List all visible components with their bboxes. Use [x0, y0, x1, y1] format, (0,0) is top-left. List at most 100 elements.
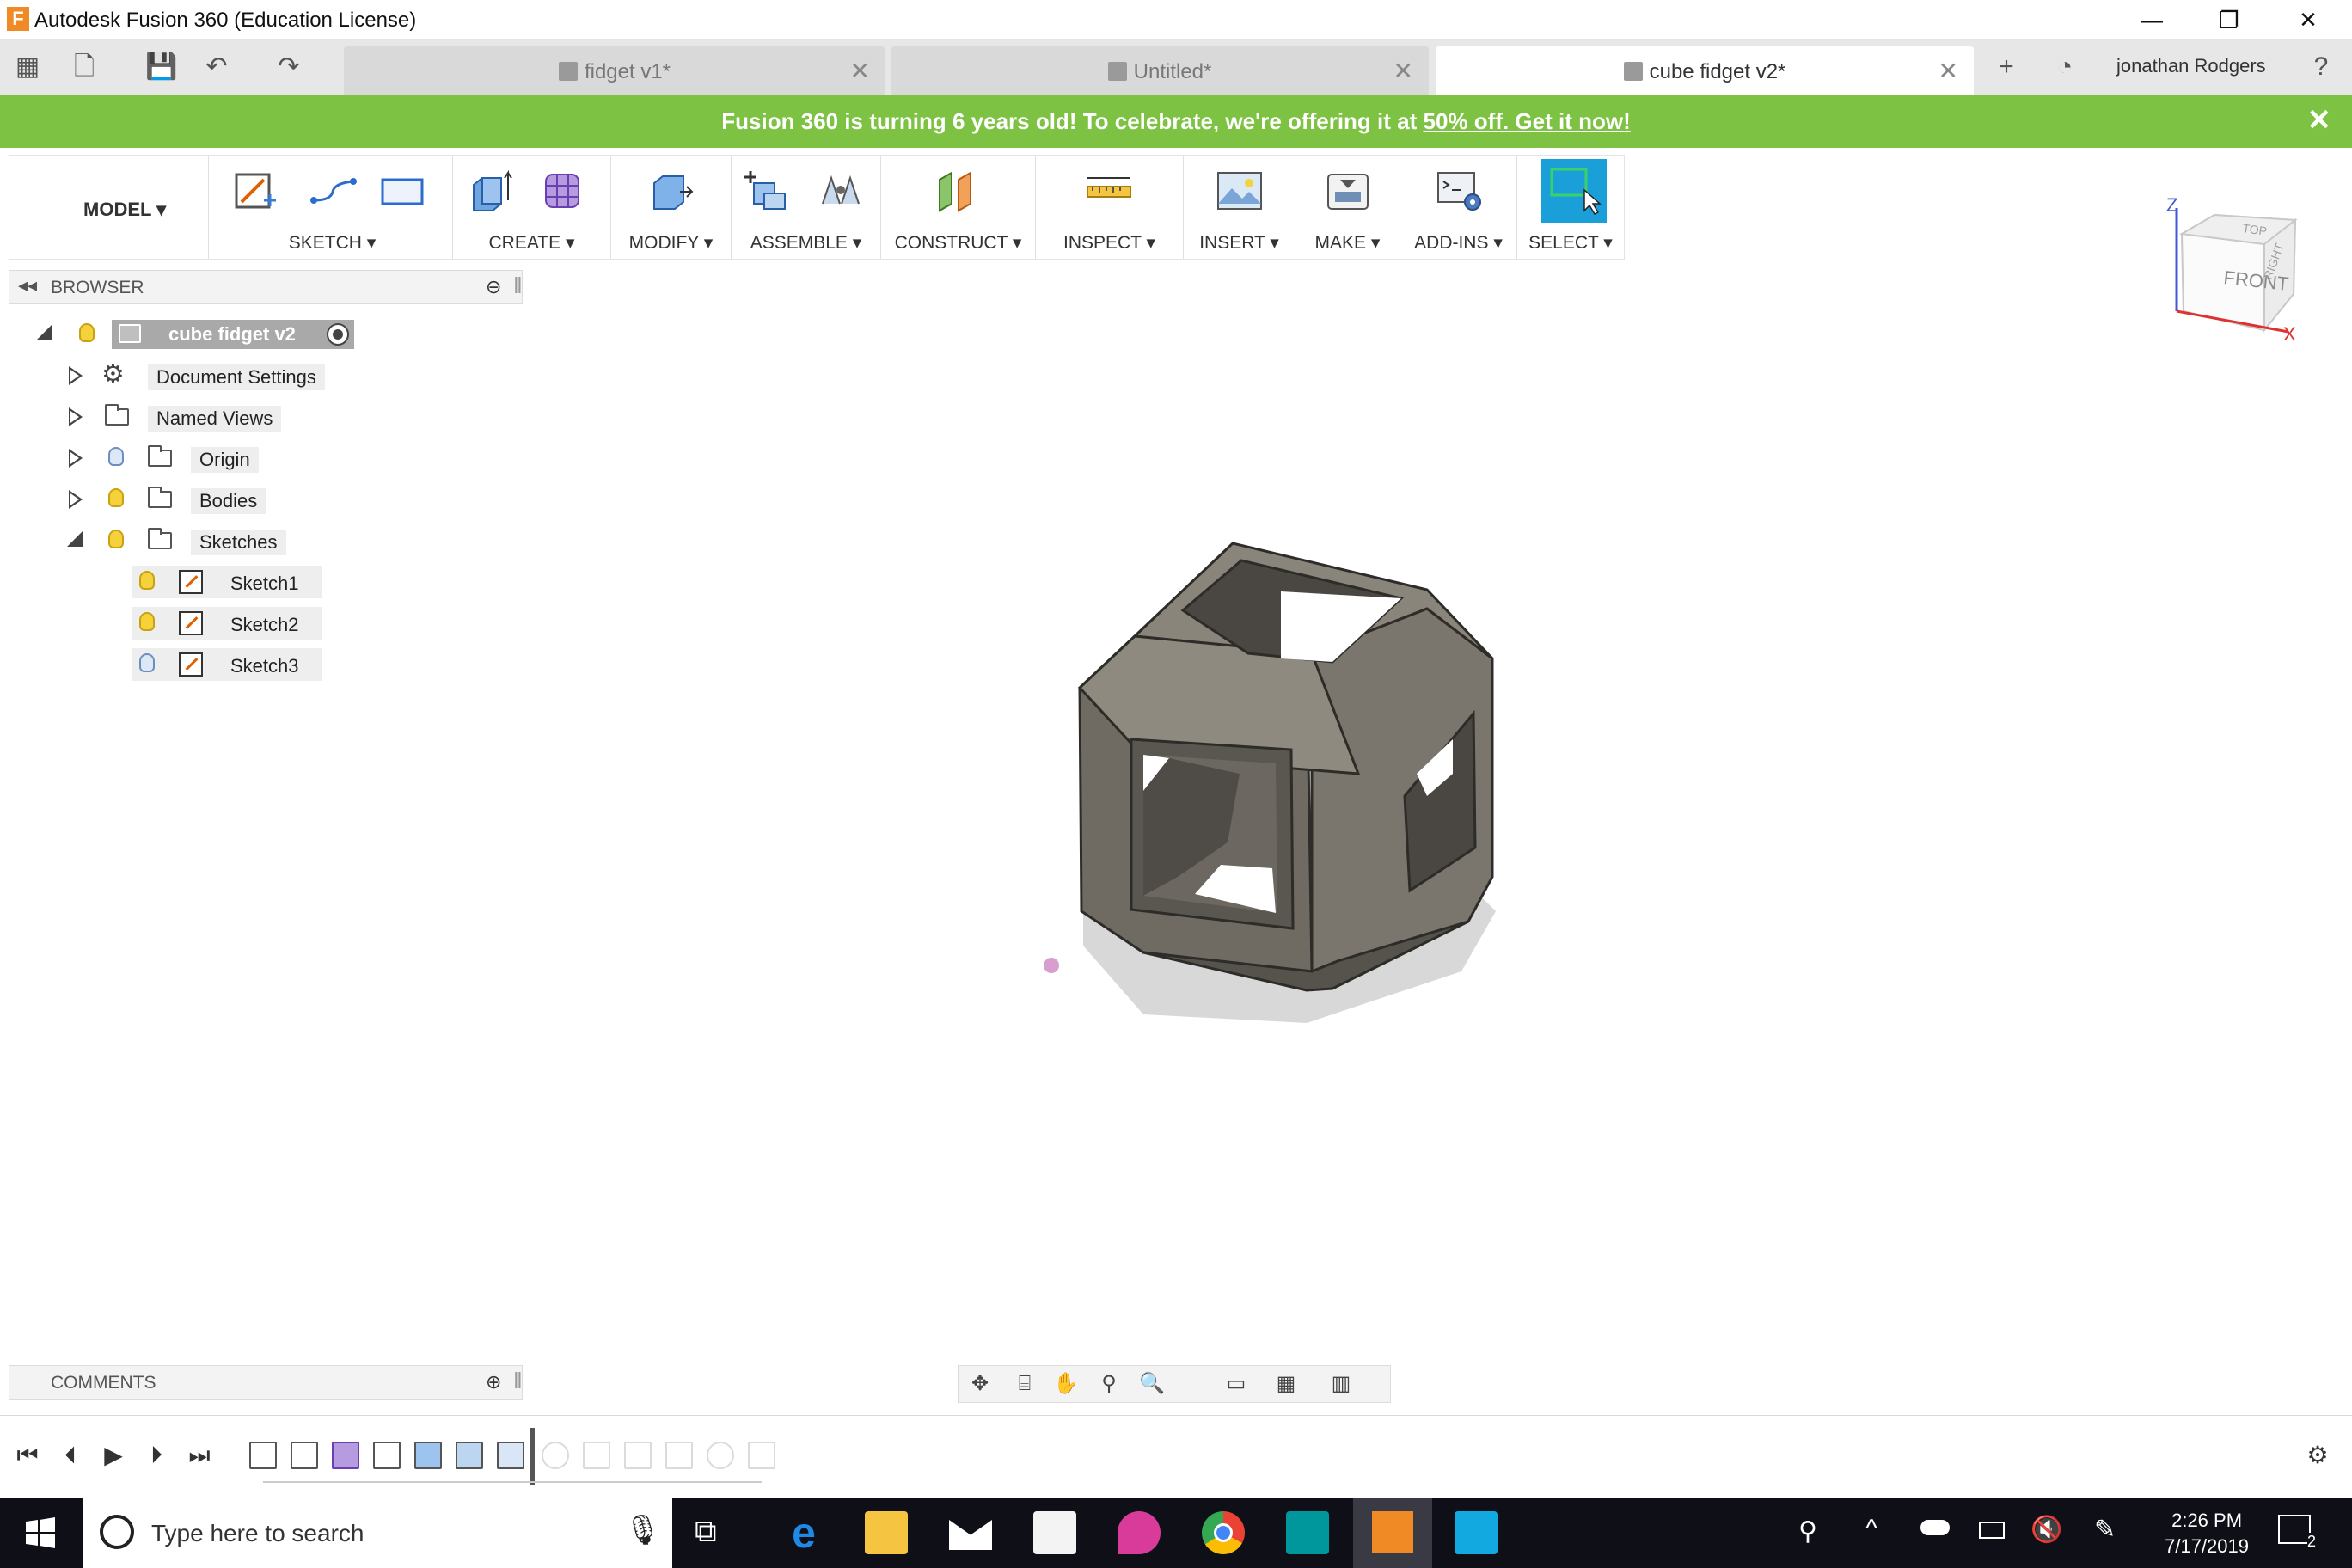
expand-toggle-icon[interactable] — [67, 531, 83, 547]
browser-item-named-views[interactable]: Named Views — [67, 401, 342, 433]
expand-toggle-icon[interactable] — [69, 366, 83, 385]
add-ins-group[interactable]: ADD-INS ▾ — [1400, 156, 1517, 259]
timeline-marker[interactable] — [530, 1428, 535, 1485]
sketch-group[interactable]: SKETCH ▾ — [212, 156, 453, 259]
visibility-bulb-icon[interactable] — [108, 530, 124, 548]
job-status-icon[interactable]: ◔ — [2048, 50, 2082, 84]
create-group[interactable]: CREATE ▾ — [453, 156, 611, 259]
panel-grip-icon[interactable]: ‖ — [513, 273, 523, 299]
3d-print-icon[interactable] — [1323, 166, 1373, 216]
tab-untitled[interactable]: Untitled* ✕ — [891, 46, 1429, 95]
tab-fidget-v1[interactable]: fidget v1* ✕ — [344, 46, 885, 95]
browser-item-document-settings[interactable]: ⚙ Document Settings — [67, 359, 342, 392]
expand-toggle-icon[interactable] — [36, 325, 52, 340]
timeline-sketch-feature[interactable] — [249, 1442, 277, 1469]
battery-icon[interactable] — [1979, 1522, 2005, 1539]
new-tab-icon[interactable]: + — [1989, 50, 2024, 84]
timeline-sketch-feature[interactable] — [373, 1442, 401, 1469]
banner-link[interactable]: 50% off. Get it now! — [1424, 108, 1631, 134]
store-icon[interactable] — [1033, 1511, 1076, 1554]
pan-hand-icon[interactable]: ✋ — [1053, 1371, 1079, 1397]
visibility-bulb-icon[interactable] — [108, 488, 124, 507]
expand-toggle-icon[interactable] — [69, 490, 83, 509]
help-icon[interactable]: ? — [2304, 50, 2338, 84]
action-center-icon[interactable]: 2 — [2278, 1515, 2316, 1551]
play-icon[interactable]: ▶ — [98, 1440, 129, 1471]
browser-item-origin[interactable]: Origin — [67, 442, 342, 475]
file-menu-icon[interactable]: 🗋 — [67, 50, 101, 84]
timeline-suppressed-feature[interactable] — [665, 1442, 693, 1469]
grid-settings-icon[interactable]: ▦ — [1273, 1371, 1299, 1397]
timeline-suppressed-feature[interactable] — [624, 1442, 652, 1469]
banner-close-icon[interactable]: ✕ — [2307, 103, 2332, 138]
rectangle-icon[interactable] — [377, 166, 427, 216]
timeline-shell-feature[interactable] — [497, 1442, 524, 1469]
volume-muted-icon[interactable]: 🔇 — [2030, 1515, 2062, 1545]
pen-ink-icon[interactable]: ✎ — [2094, 1515, 2116, 1545]
minimize-panel-icon[interactable]: ⊖ — [486, 276, 501, 298]
microphone-icon[interactable]: 🎙 — [624, 1513, 661, 1547]
taskbar-clock[interactable]: 2:26 PM 7/17/2019 — [2165, 1508, 2249, 1559]
visibility-bulb-icon[interactable] — [79, 323, 95, 342]
measure-icon[interactable] — [1084, 166, 1134, 216]
sketch-node-3[interactable]: Sketch3 — [132, 648, 322, 681]
activate-radio-icon[interactable] — [327, 323, 349, 346]
scripts-addins-icon[interactable] — [1435, 166, 1485, 216]
timeline-form-feature[interactable] — [332, 1442, 359, 1469]
arduino-icon[interactable] — [1286, 1511, 1329, 1554]
chrome-icon[interactable] — [1202, 1511, 1245, 1554]
browser-panel-header[interactable]: ◂◂ BROWSER ⊖ ‖ — [9, 270, 523, 304]
fit-zoom-icon[interactable]: 🔍 — [1139, 1371, 1165, 1397]
look-at-icon[interactable]: ⌸ — [1012, 1371, 1038, 1397]
insert-group[interactable]: INSERT ▾ — [1184, 156, 1295, 259]
go-to-end-icon[interactable]: ⏭ — [184, 1440, 215, 1471]
close-button[interactable]: ✕ — [2269, 0, 2347, 40]
add-comment-icon[interactable]: ⊕ — [486, 1371, 501, 1393]
assemble-group[interactable]: ASSEMBLE ▾ — [732, 156, 881, 259]
timeline-settings-icon[interactable]: ⚙ — [2302, 1440, 2333, 1471]
line-icon[interactable] — [309, 166, 358, 216]
task-view-icon[interactable]: ⧉ — [695, 1513, 717, 1550]
mail-icon[interactable] — [949, 1520, 992, 1550]
insert-image-icon[interactable] — [1215, 166, 1265, 216]
form-icon[interactable] — [539, 166, 589, 216]
new-component-icon[interactable] — [742, 166, 792, 216]
visibility-bulb-icon[interactable] — [139, 571, 155, 590]
tab-cube-fidget-v2[interactable]: cube fidget v2* ✕ — [1436, 46, 1974, 95]
close-tab-icon[interactable]: ✕ — [1939, 57, 1958, 85]
browser-root-node[interactable]: cube fidget v2 — [33, 318, 377, 351]
create-sketch-icon[interactable] — [230, 166, 279, 216]
undo-icon[interactable]: ↶ — [199, 50, 234, 84]
maps-icon[interactable] — [1118, 1511, 1161, 1554]
make-group[interactable]: MAKE ▾ — [1295, 156, 1400, 259]
cricut-icon[interactable] — [1455, 1511, 1498, 1554]
timeline-suppressed-feature[interactable] — [707, 1442, 734, 1469]
minimize-button[interactable]: — — [2113, 0, 2190, 40]
offset-plane-icon[interactable] — [933, 166, 983, 216]
inspect-group[interactable]: INSPECT ▾ — [1036, 156, 1184, 259]
visibility-bulb-icon[interactable] — [108, 447, 124, 466]
timeline-suppressed-feature[interactable] — [583, 1442, 610, 1469]
sketch-node-1[interactable]: Sketch1 — [132, 566, 322, 598]
viewports-icon[interactable]: ▥ — [1328, 1371, 1354, 1397]
go-to-start-icon[interactable]: ⏮ — [12, 1440, 43, 1471]
view-cube[interactable]: FRONT TOP RIGHT Z X — [2163, 191, 2309, 346]
expand-toggle-icon[interactable] — [69, 449, 83, 468]
restore-button[interactable]: ❐ — [2190, 0, 2268, 40]
expand-toggle-icon[interactable] — [69, 407, 83, 426]
edge-browser-icon[interactable]: e — [782, 1511, 825, 1554]
visibility-bulb-icon[interactable] — [139, 612, 155, 631]
close-tab-icon[interactable]: ✕ — [850, 57, 870, 85]
display-settings-icon[interactable]: ▭ — [1223, 1371, 1249, 1397]
close-tab-icon[interactable]: ✕ — [1393, 57, 1413, 85]
timeline-suppressed-feature[interactable] — [542, 1442, 569, 1469]
timeline-extrude-feature[interactable] — [414, 1442, 442, 1469]
windows-start-icon[interactable] — [24, 1516, 57, 1549]
onedrive-icon[interactable] — [1920, 1520, 1950, 1535]
sketch-node-2[interactable]: Sketch2 — [132, 607, 322, 640]
select-button[interactable] — [1541, 159, 1607, 223]
file-explorer-icon[interactable] — [865, 1511, 908, 1554]
comments-panel[interactable]: COMMENTS ⊕ ‖ — [9, 1365, 523, 1400]
collapse-panel-icon[interactable]: ◂◂ — [18, 274, 37, 297]
app-grid-icon[interactable]: ▦ — [10, 50, 45, 84]
